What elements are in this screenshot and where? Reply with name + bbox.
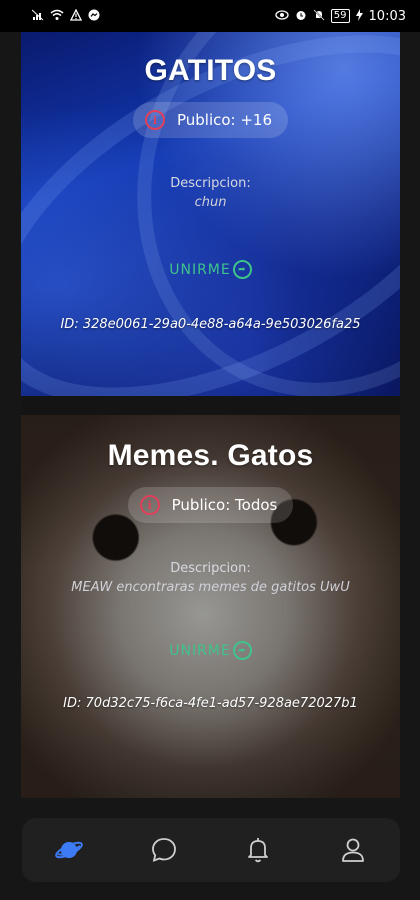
nav-profile[interactable] <box>329 826 377 874</box>
group-title: GATITOS <box>144 54 277 87</box>
profile-icon <box>341 838 364 862</box>
alarm-icon <box>295 9 307 23</box>
card-divider <box>21 396 400 415</box>
status-bar: 59 10:03 <box>0 0 420 32</box>
info-icon: i <box>144 110 165 130</box>
eye-icon <box>275 10 289 22</box>
messenger-icon <box>88 9 100 23</box>
nav-chats[interactable] <box>140 826 188 874</box>
group-card-content: GATITOS i Publico: +16 Descripcion: chun… <box>21 32 400 396</box>
group-title: Memes. Gatos <box>107 439 314 472</box>
status-right: 59 10:03 <box>275 9 406 24</box>
nav-notifications[interactable] <box>234 826 282 874</box>
bottom-nav <box>22 818 400 882</box>
group-feed[interactable]: GATITOS i Publico: +16 Descripcion: chun… <box>21 32 400 798</box>
share-arrow-icon: ➦ <box>232 641 252 660</box>
group-id: ID: 70d32c75-f6ca-4fe1-ad57-928ae72027b1 <box>63 696 358 711</box>
group-card[interactable]: Memes. Gatos i Publico: Todos Descripcio… <box>21 415 400 798</box>
mute-bell-icon <box>313 9 325 23</box>
privacy-badge: i Publico: +16 <box>132 102 289 138</box>
description-text: chun <box>194 195 227 210</box>
battery-indicator: 59 <box>330 9 350 23</box>
join-label: UNIRME <box>169 261 231 278</box>
wifi-icon <box>50 9 64 23</box>
status-time: 10:03 <box>368 8 406 24</box>
privacy-badge: i Publico: Todos <box>127 487 294 523</box>
privacy-label: Publico: Todos <box>171 496 278 514</box>
group-card-content: Memes. Gatos i Publico: Todos Descripcio… <box>21 415 400 798</box>
group-id: ID: 328e0061-29a0-4e88-a64a-9e503026fa25 <box>60 317 361 332</box>
nav-explore[interactable] <box>45 826 93 874</box>
join-button[interactable]: UNIRME ➦ <box>169 641 252 660</box>
share-arrow-icon: ➦ <box>232 260 252 279</box>
chat-bubble-icon <box>151 838 176 862</box>
planet-icon <box>55 841 84 859</box>
description-label: Descripcion: <box>170 176 251 191</box>
description-text: MEAW encontraras memes de gatitos UwU <box>71 580 350 595</box>
description-label: Descripcion: <box>170 561 251 576</box>
info-icon: i <box>139 495 160 515</box>
privacy-label: Publico: +16 <box>176 111 273 129</box>
bell-icon <box>248 838 269 863</box>
group-card[interactable]: GATITOS i Publico: +16 Descripcion: chun… <box>21 32 400 396</box>
join-label: UNIRME <box>169 642 231 659</box>
charging-icon <box>355 9 363 23</box>
no-sim-icon <box>31 9 44 23</box>
status-left <box>31 8 100 23</box>
join-button[interactable]: UNIRME ➦ <box>169 260 252 279</box>
warning-icon <box>69 8 83 23</box>
